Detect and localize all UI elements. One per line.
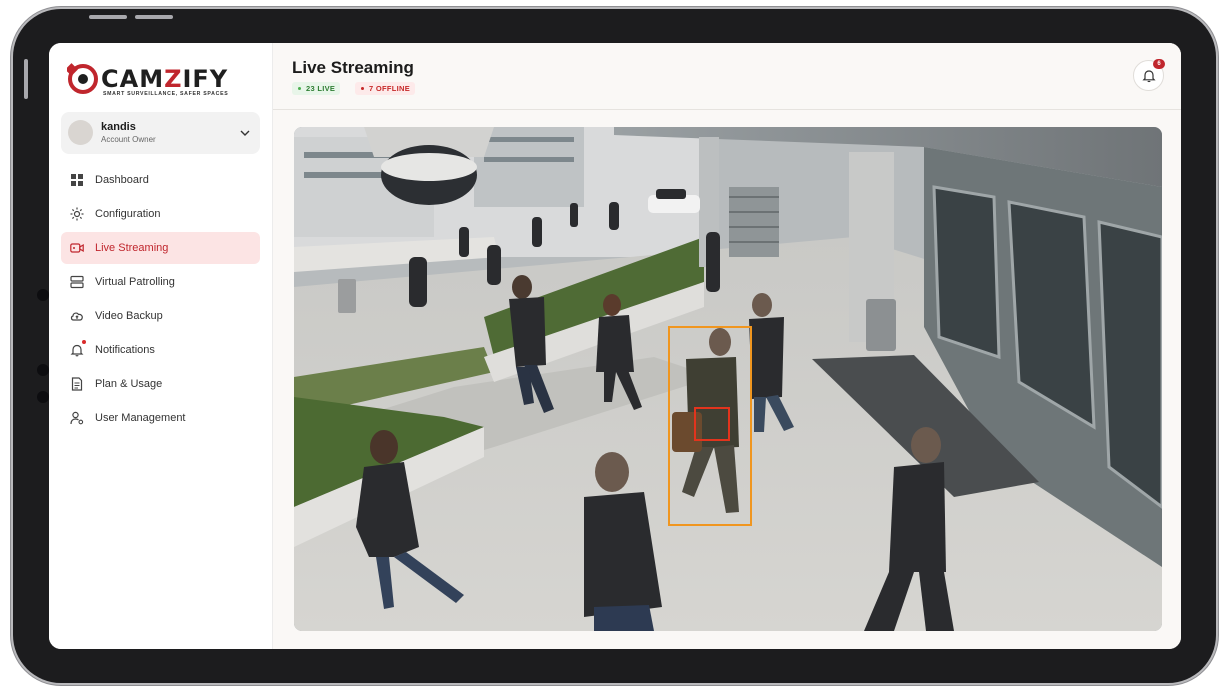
sidebar-item-label: Plan & Usage — [95, 378, 163, 390]
avatar — [68, 120, 93, 145]
bell-icon — [70, 344, 84, 357]
volume-button — [135, 15, 173, 19]
live-count-badge: 23 LIVE — [292, 82, 341, 95]
sidebar-item-label: Video Backup — [95, 310, 163, 322]
unread-indicator — [82, 340, 86, 344]
page-title: Live Streaming — [292, 58, 414, 77]
bell-icon — [1142, 70, 1156, 83]
document-icon — [71, 377, 83, 391]
user-role: Account Owner — [101, 135, 156, 144]
notification-count-badge: 6 — [1153, 59, 1165, 69]
sidebar-item-dashboard[interactable]: Dashboard — [61, 164, 260, 196]
video-camera-icon — [70, 243, 84, 253]
brand-logo[interactable]: CAMZIFY SMART SURVEILLANCE, SAFER SPACES — [67, 63, 257, 99]
live-video-feed[interactable] — [294, 127, 1162, 631]
server-icon — [70, 275, 84, 289]
sidebar-item-label: Virtual Patrolling — [95, 276, 175, 288]
notifications-button[interactable]: 6 — [1133, 59, 1165, 91]
cloud-upload-icon — [70, 312, 83, 321]
sidebar-item-label: Configuration — [95, 208, 161, 220]
sidebar-item-live-streaming[interactable]: Live Streaming — [61, 232, 260, 264]
brand-name: CAMZIFY — [101, 65, 229, 93]
app-screen: CAMZIFY SMART SURVEILLANCE, SAFER SPACES… — [49, 43, 1181, 649]
object-detection-box — [694, 407, 730, 441]
brand-tagline: SMART SURVEILLANCE, SAFER SPACES — [103, 91, 229, 97]
sidebar-item-label: Dashboard — [95, 174, 149, 186]
offline-count-badge: 7 OFFLINE — [355, 82, 416, 95]
user-settings-icon — [70, 411, 84, 425]
sidebar-item-label: Notifications — [95, 344, 155, 356]
sensor-icon — [37, 391, 49, 403]
account-switcher[interactable]: kandis Account Owner — [61, 112, 260, 154]
sidebar: CAMZIFY SMART SURVEILLANCE, SAFER SPACES… — [49, 43, 273, 649]
main-content: Live Streaming 23 LIVE 7 OFFLINE 6 — [273, 43, 1181, 649]
camera-logo-icon — [67, 63, 98, 94]
volume-button — [89, 15, 127, 19]
sidebar-item-label: Live Streaming — [95, 242, 169, 254]
sidebar-item-label: User Management — [95, 412, 186, 424]
camera-icon — [37, 289, 49, 301]
grid-icon — [71, 174, 83, 186]
sun-gear-icon — [70, 207, 84, 221]
user-name: kandis — [101, 121, 136, 133]
sidebar-item-video-backup[interactable]: Video Backup — [61, 300, 260, 332]
chevron-down-icon — [240, 130, 250, 136]
sidebar-nav: Dashboard Configuration Live Streaming V… — [61, 164, 260, 436]
page-header: Live Streaming 23 LIVE 7 OFFLINE 6 — [273, 43, 1181, 110]
sidebar-item-configuration[interactable]: Configuration — [61, 198, 260, 230]
sensor-icon — [37, 364, 49, 376]
sidebar-item-notifications[interactable]: Notifications — [61, 334, 260, 366]
power-button — [24, 59, 28, 99]
sidebar-item-plan-usage[interactable]: Plan & Usage — [61, 368, 260, 400]
sidebar-item-virtual-patrolling[interactable]: Virtual Patrolling — [61, 266, 260, 298]
sidebar-item-user-management[interactable]: User Management — [61, 402, 260, 434]
